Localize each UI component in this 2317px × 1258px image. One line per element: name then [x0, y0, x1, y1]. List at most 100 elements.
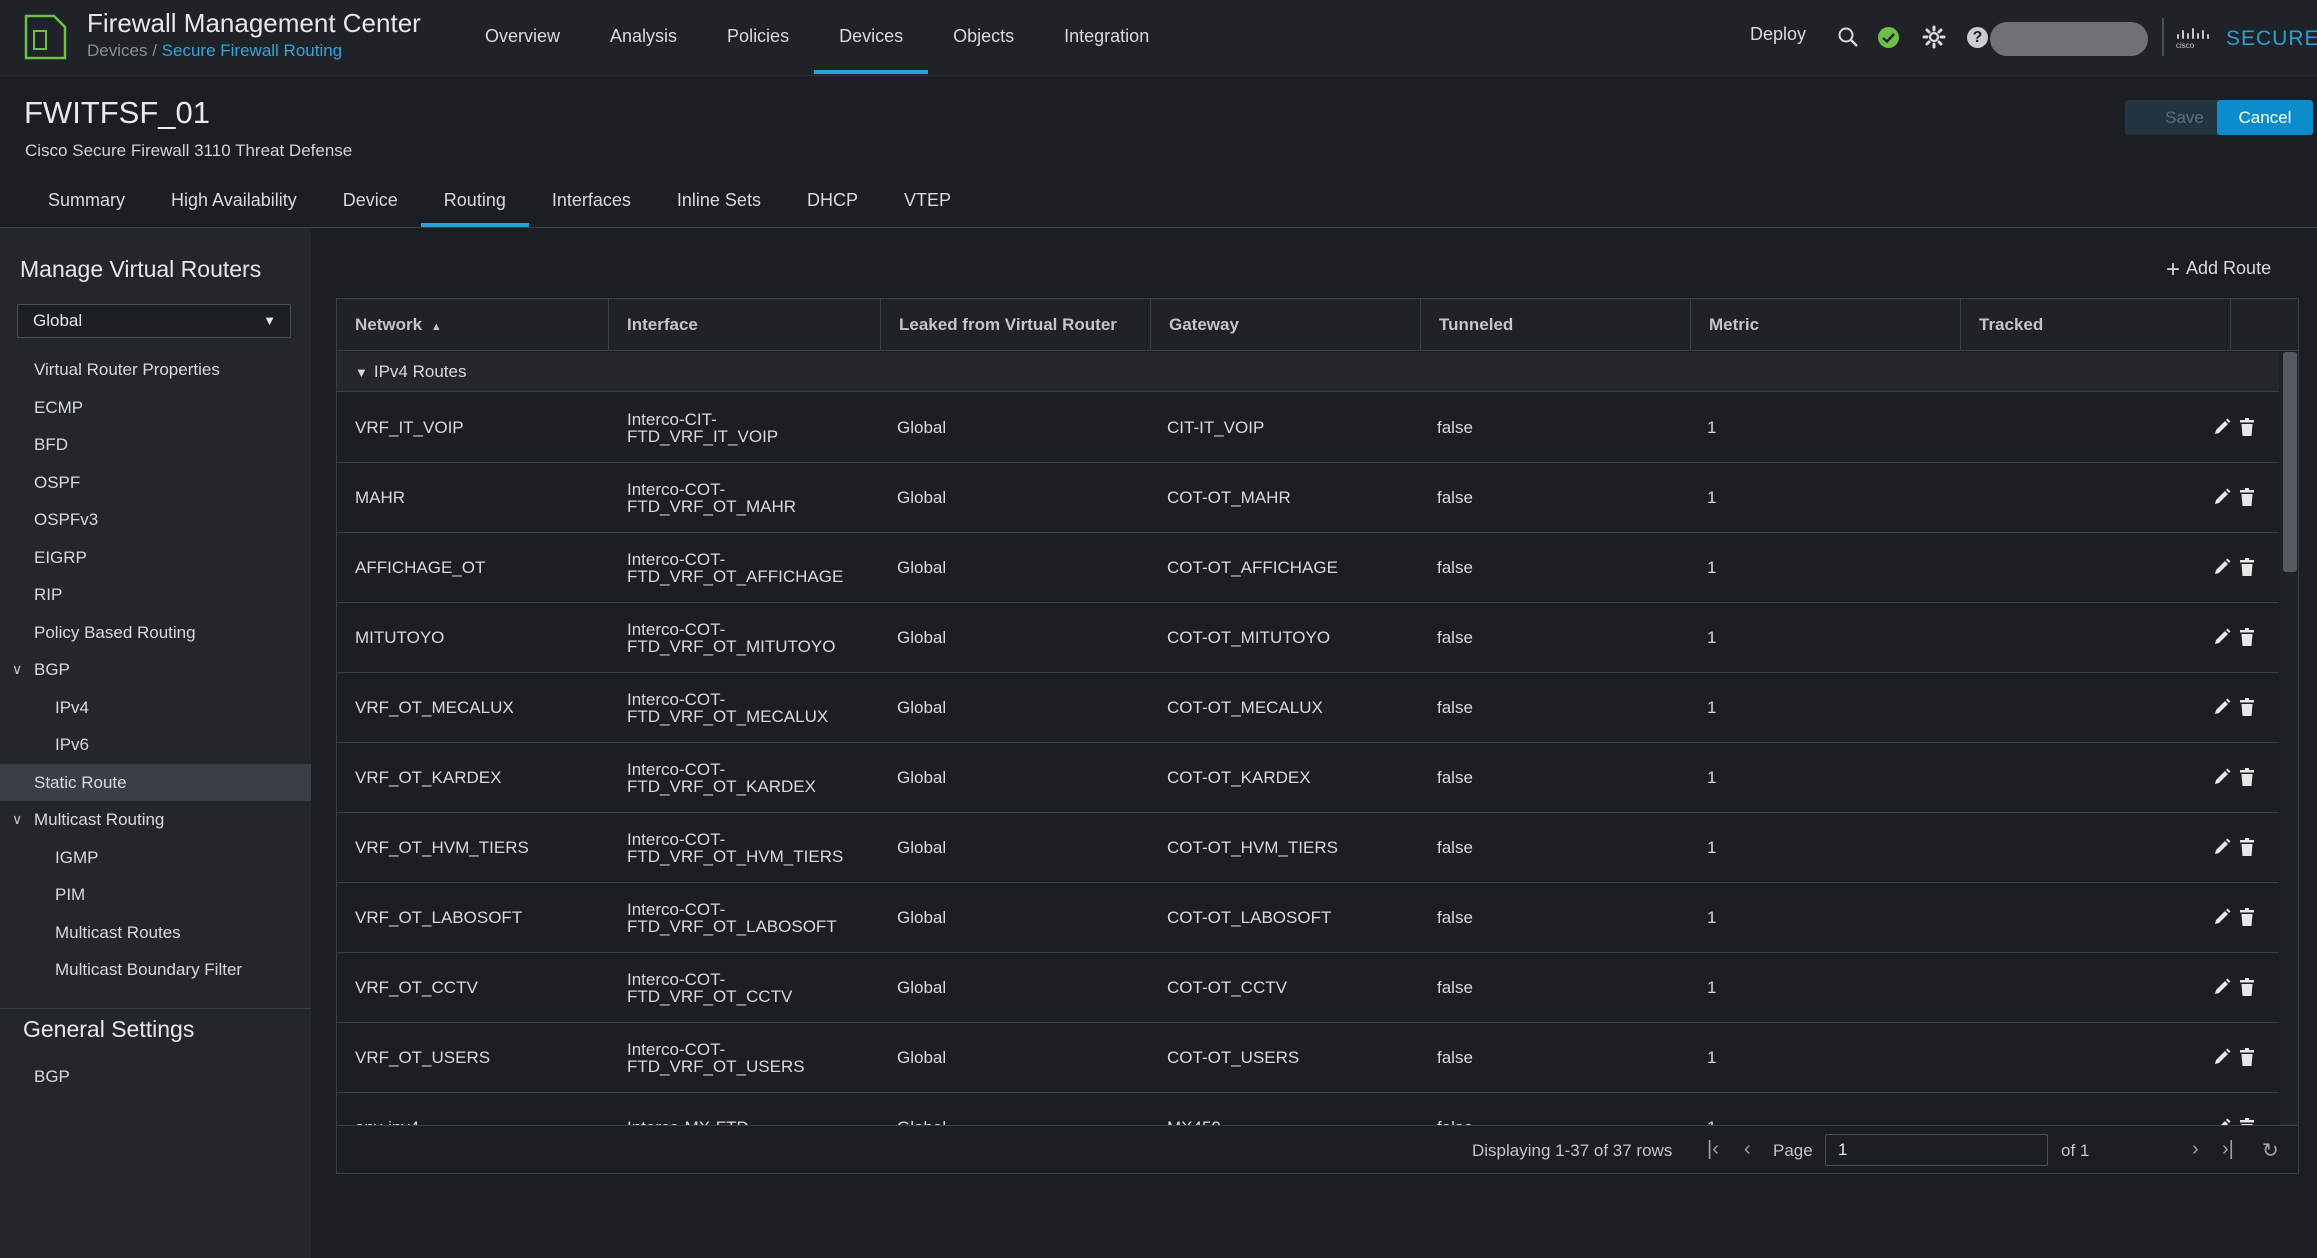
cell-leaked: Global	[897, 768, 947, 787]
delete-trash-icon[interactable]	[2237, 1117, 2257, 1125]
sidebar-item-virtual-router-properties[interactable]: Virtual Router Properties	[0, 351, 311, 388]
edit-pencil-icon[interactable]	[2212, 487, 2232, 507]
delete-trash-icon[interactable]	[2237, 417, 2257, 437]
sidebar-item-rip[interactable]: RIP	[0, 576, 311, 613]
table-row[interactable]: VRF_OT_MECALUX Interco-COT- FTD_VRF_OT_MEC…	[337, 673, 2279, 743]
first-page-icon[interactable]: |‹	[1707, 1138, 1719, 1161]
sidebar-item-bgp[interactable]: ∨ BGP	[0, 651, 311, 688]
table-row[interactable]: VRF_OT_HVM_TIERS Interco-COT- FTD_VRF_OT_H…	[337, 813, 2279, 883]
tab-routing[interactable]: Routing	[420, 180, 529, 228]
virtual-router-select[interactable]: Global ▼	[17, 304, 291, 338]
table-row[interactable]: VRF_OT_KARDEX Interco-COT- FTD_VRF_OT_KARD…	[337, 743, 2279, 813]
ipv4-routes-group[interactable]: ▼ IPv4 Routes	[337, 352, 2279, 392]
cell-metric: 1	[1707, 418, 1717, 437]
table-row[interactable]: MAHR Interco-COT- FTD_VRF_OT_MAHR Global COT…	[337, 463, 2279, 533]
delete-trash-icon[interactable]	[2237, 977, 2257, 997]
table-row[interactable]: AFFICHAGE_OT Interco-COT- FTD_VRF_OT_AFFIC…	[337, 533, 2279, 603]
next-page-icon[interactable]: ›	[2192, 1138, 2199, 1161]
delete-trash-icon[interactable]	[2237, 487, 2257, 507]
table-row[interactable]: VRF_OT_CCTV Interco-COT- FTD_VRF_OT_CCTV Gl…	[337, 953, 2279, 1023]
deploy-button[interactable]: Deploy	[1750, 24, 1806, 45]
help-icon[interactable]: ?	[1967, 27, 1988, 48]
health-status-icon[interactable]	[1878, 27, 1899, 48]
page-number-input[interactable]	[1825, 1134, 2048, 1166]
previous-page-icon[interactable]: ‹	[1744, 1138, 1751, 1161]
nav-devices[interactable]: Devices	[814, 0, 929, 76]
tab-interfaces[interactable]: Interfaces	[529, 180, 654, 228]
column-leaked[interactable]: Leaked from Virtual Router	[881, 299, 1151, 351]
virtual-router-value: Global	[33, 311, 83, 330]
search-icon[interactable]	[1835, 24, 1861, 50]
delete-trash-icon[interactable]	[2237, 837, 2257, 857]
nav-analysis[interactable]: Analysis	[585, 0, 702, 76]
cancel-button[interactable]: Cancel	[2217, 100, 2313, 135]
sidebar-item-ipv4-sub[interactable]: IPv4	[0, 689, 311, 726]
sidebar-item-ecmp[interactable]: ECMP	[0, 389, 311, 426]
nav-policies[interactable]: Policies	[702, 0, 814, 76]
tab-summary[interactable]: Summary	[25, 180, 148, 228]
edit-pencil-icon[interactable]	[2212, 767, 2232, 787]
scrollbar-thumb[interactable]	[2283, 352, 2297, 572]
sidebar-item-general-bgp[interactable]: BGP	[0, 1058, 311, 1095]
breadcrumb-devices[interactable]: Devices	[87, 41, 147, 60]
expand-chevron-icon[interactable]: ∨	[12, 651, 22, 688]
column-gateway[interactable]: Gateway	[1151, 299, 1421, 351]
edit-pencil-icon[interactable]	[2212, 1047, 2232, 1067]
edit-pencil-icon[interactable]	[2212, 837, 2232, 857]
fmc-logo-icon[interactable]	[20, 13, 68, 61]
column-network[interactable]: Network ▲	[337, 299, 609, 351]
sidebar-item-static-route[interactable]: Static Route	[0, 764, 311, 801]
edit-pencil-icon[interactable]	[2212, 977, 2232, 997]
delete-trash-icon[interactable]	[2237, 697, 2257, 717]
sidebar-item-ipv6-sub[interactable]: IPv6	[0, 726, 311, 763]
delete-trash-icon[interactable]	[2237, 767, 2257, 787]
edit-pencil-icon[interactable]	[2212, 907, 2232, 927]
sidebar-item-eigrp[interactable]: EIGRP	[0, 539, 311, 576]
column-tunneled[interactable]: Tunneled	[1421, 299, 1691, 351]
nav-overview[interactable]: Overview	[460, 0, 585, 76]
edit-pencil-icon[interactable]	[2212, 1117, 2232, 1125]
tab-vtep[interactable]: VTEP	[881, 180, 974, 228]
sidebar-item-ospf[interactable]: OSPF	[0, 464, 311, 501]
tab-high-availability[interactable]: High Availability	[148, 180, 320, 228]
delete-trash-icon[interactable]	[2237, 907, 2257, 927]
tab-inline-sets[interactable]: Inline Sets	[654, 180, 784, 228]
refresh-icon[interactable]: ↻	[2262, 1138, 2279, 1163]
expand-chevron-icon[interactable]: ∨	[12, 801, 22, 838]
gear-icon[interactable]	[1921, 24, 1947, 50]
column-tracked[interactable]: Tracked	[1961, 299, 2231, 351]
table-row[interactable]: MITUTOYO Interco-COT- FTD_VRF_OT_MITUTOYO G…	[337, 603, 2279, 673]
delete-trash-icon[interactable]	[2237, 627, 2257, 647]
sidebar-item-label: Policy Based Routing	[34, 623, 196, 642]
table-row[interactable]: VRF_OT_LABOSOFT Interco-COT- FTD_VRF_OT_LA…	[337, 883, 2279, 953]
column-interface[interactable]: Interface	[609, 299, 881, 351]
edit-pencil-icon[interactable]	[2212, 557, 2232, 577]
tab-device[interactable]: Device	[320, 180, 421, 228]
nav-objects[interactable]: Objects	[928, 0, 1039, 76]
edit-pencil-icon[interactable]	[2212, 627, 2232, 647]
sidebar-item-multicast-routing[interactable]: ∨ Multicast Routing	[0, 801, 311, 838]
tab-dhcp[interactable]: DHCP	[784, 180, 881, 228]
edit-pencil-icon[interactable]	[2212, 417, 2232, 437]
delete-trash-icon[interactable]	[2237, 1047, 2257, 1067]
cell-gateway: COT-OT_AFFICHAGE	[1167, 558, 1338, 577]
user-menu[interactable]	[1990, 22, 2148, 56]
delete-trash-icon[interactable]	[2237, 557, 2257, 577]
sidebar-item-bfd[interactable]: BFD	[0, 426, 311, 463]
add-route-button[interactable]: + Add Route	[2166, 256, 2271, 284]
sidebar-item-igmp-sub[interactable]: IGMP	[0, 839, 311, 876]
breadcrumb-current[interactable]: Secure Firewall Routing	[162, 41, 342, 60]
sidebar-item-pim-sub[interactable]: PIM	[0, 876, 311, 913]
table-row[interactable]: VRF_OT_USERS Interco-COT- FTD_VRF_OT_USERS…	[337, 1023, 2279, 1093]
table-row[interactable]: any-ipv4 Interco-MX-FTD Global MX450 false 1	[337, 1093, 2279, 1125]
last-page-icon[interactable]: ›|	[2222, 1138, 2234, 1161]
sidebar-item-policy-based-routing[interactable]: Policy Based Routing	[0, 614, 311, 651]
nav-integration[interactable]: Integration	[1039, 0, 1174, 76]
sidebar-item-multicast-routes-sub[interactable]: Multicast Routes	[0, 914, 311, 951]
edit-pencil-icon[interactable]	[2212, 697, 2232, 717]
device-tabs: Summary High Availability Device Routing…	[25, 180, 974, 228]
sidebar-item-ospfv3[interactable]: OSPFv3	[0, 501, 311, 538]
sidebar-item-multicast-boundary-filter-sub[interactable]: Multicast Boundary Filter	[0, 951, 311, 988]
column-metric[interactable]: Metric	[1691, 299, 1961, 351]
table-row[interactable]: VRF_IT_VOIP Interco-CIT- FTD_VRF_IT_VOIP Gl…	[337, 393, 2279, 463]
